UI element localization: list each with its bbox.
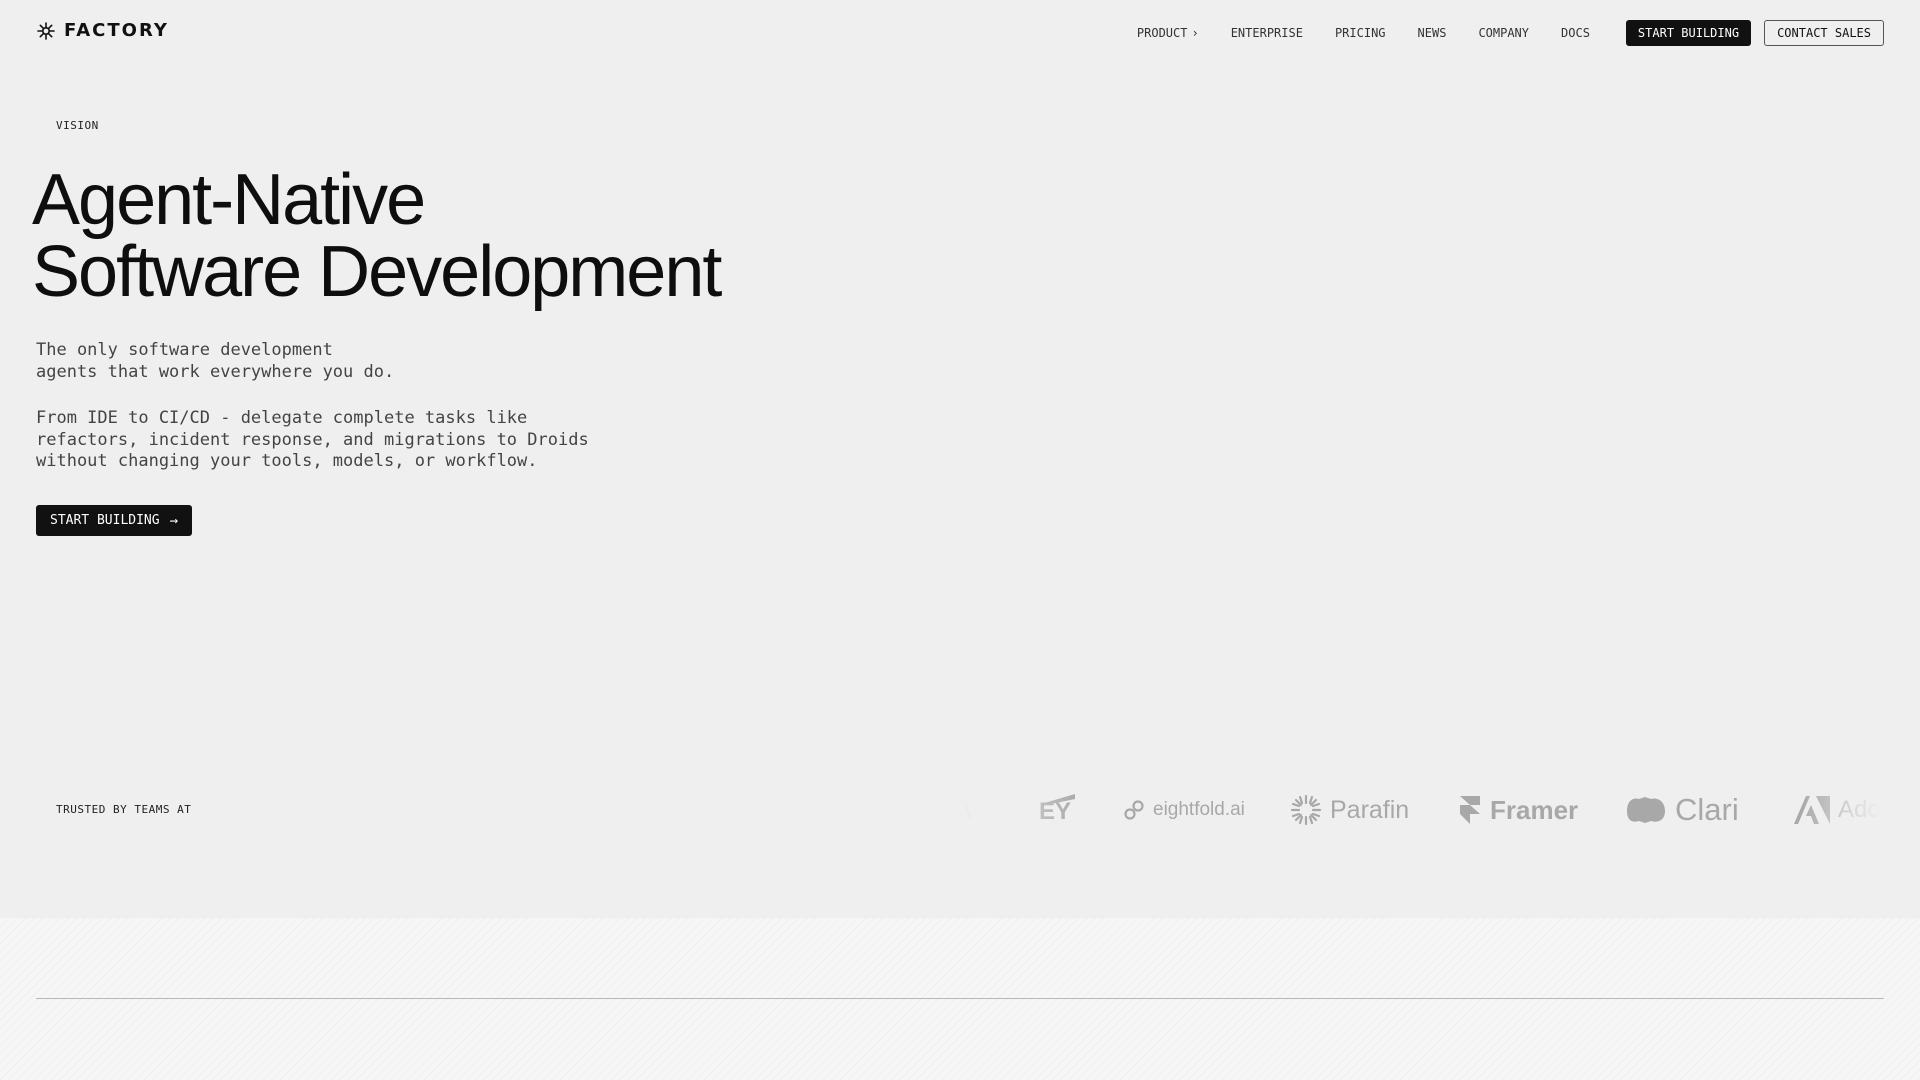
factory-asterisk-icon bbox=[36, 21, 56, 41]
eightfold-wordmark: eightfold.ai bbox=[1153, 799, 1245, 820]
nav-product[interactable]: PRODUCT › bbox=[1137, 26, 1199, 40]
adobe-mark-icon bbox=[1794, 796, 1830, 824]
hero-cta-label: START BUILDING bbox=[50, 513, 160, 528]
nav-news[interactable]: NEWS bbox=[1418, 26, 1447, 40]
arrow-right-icon: → bbox=[169, 512, 179, 529]
hero-start-building-button[interactable]: START BUILDING → bbox=[36, 505, 193, 536]
logo-ey: EY bbox=[1035, 780, 1077, 840]
logo-framer: Framer bbox=[1458, 780, 1578, 840]
logo-wordmark: FACTORY bbox=[64, 20, 169, 41]
hero-description-line: without changing your tools, models, or … bbox=[36, 451, 538, 471]
adobe-wordmark: Adobe bbox=[1838, 796, 1880, 823]
nav-pricing[interactable]: PRICING bbox=[1335, 26, 1386, 40]
chevron-right-icon: › bbox=[1191, 26, 1199, 40]
hero-description-line: From IDE to CI/CD - delegate complete ta… bbox=[36, 408, 528, 428]
parafin-burst-icon bbox=[1290, 794, 1322, 826]
clari-mark-icon bbox=[1627, 797, 1665, 823]
factory-logo[interactable]: FACTORY bbox=[36, 20, 169, 41]
hero-title-line-1: Agent-Native bbox=[32, 160, 426, 240]
site-header: FACTORY PRODUCT › ENTERPRISE PRICING NEW… bbox=[0, 0, 1920, 64]
ey-wordmark: EY bbox=[1039, 798, 1072, 825]
framer-mark-icon bbox=[1460, 796, 1480, 824]
header-start-building-button[interactable]: START BUILDING bbox=[1625, 20, 1752, 46]
logo-eightfold: eightfold.ai bbox=[1123, 780, 1245, 840]
hero-eyebrow: VISION bbox=[56, 119, 99, 132]
trusted-by-label: TRUSTED BY TEAMS AT bbox=[56, 803, 192, 816]
hero-description-line: refactors, incident response, and migrat… bbox=[36, 429, 589, 450]
clari-wordmark: Clari bbox=[1675, 792, 1739, 827]
nav-product-label: PRODUCT bbox=[1136, 26, 1188, 40]
page: FACTORY PRODUCT › ENTERPRISE PRICING NEW… bbox=[0, 0, 1920, 1080]
customer-logo-strip: ∖ EY eightfold.ai Parafin Framer Clari A… bbox=[960, 780, 1880, 840]
hero-description: From IDE to CI/CD - delegate complete ta… bbox=[36, 408, 589, 473]
eightfold-mark-icon bbox=[1124, 800, 1144, 820]
nav-docs[interactable]: DOCS bbox=[1561, 26, 1590, 40]
logo-adobe: Adobe bbox=[1794, 780, 1880, 840]
framer-wordmark: Framer bbox=[1490, 794, 1579, 825]
hero-title-line-2: Software Development bbox=[32, 232, 722, 312]
partial-logo: ∖ bbox=[960, 780, 973, 840]
partial-logo-glyph: ∖ bbox=[960, 799, 973, 822]
lower-section bbox=[0, 918, 1920, 1080]
logo-clari: Clari bbox=[1625, 780, 1739, 840]
nav-company[interactable]: COMPANY bbox=[1478, 26, 1529, 40]
hero-title: Agent-Native Software Development bbox=[32, 160, 722, 312]
contact-sales-button[interactable]: CONTACT SALES bbox=[1764, 20, 1884, 46]
nav-enterprise[interactable]: ENTERPRISE bbox=[1231, 26, 1303, 40]
hero-subtitle-line: The only software development bbox=[36, 340, 333, 360]
section-divider bbox=[36, 998, 1884, 999]
parafin-wordmark: Parafin bbox=[1330, 795, 1410, 824]
logo-parafin: Parafin bbox=[1290, 780, 1409, 840]
hero-subtitle: The only software development agents tha… bbox=[36, 340, 394, 383]
main-nav: PRODUCT › ENTERPRISE PRICING NEWS COMPAN… bbox=[1137, 20, 1884, 46]
hero-subtitle-line: agents that work everywhere you do. bbox=[36, 361, 395, 382]
